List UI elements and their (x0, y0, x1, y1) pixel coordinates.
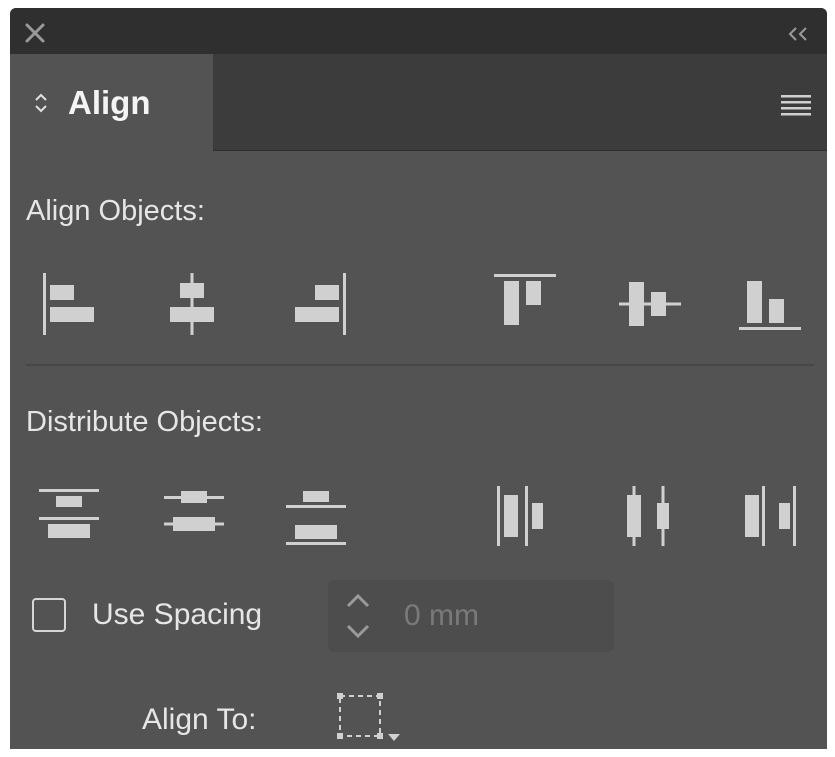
section-divider (26, 364, 814, 366)
distribute-right-edges-button[interactable] (735, 481, 805, 551)
tab-label: Align (68, 84, 151, 121)
align-objects-label: Align Objects: (26, 195, 205, 227)
distribute-horizontal-centers-button[interactable] (615, 481, 685, 551)
hamburger-menu-icon[interactable] (781, 94, 811, 116)
distribute-top-edges-button[interactable] (34, 481, 104, 551)
spacing-stepper-arrows[interactable] (328, 580, 388, 652)
align-to-dropdown[interactable] (332, 690, 412, 746)
use-spacing-label: Use Spacing (92, 598, 263, 631)
double-chevron-left-icon[interactable] (787, 26, 811, 41)
use-spacing-checkbox[interactable] (32, 598, 66, 632)
align-horizontal-centers-icon (170, 273, 214, 335)
distribute-right-edges-icon (745, 486, 796, 546)
align-panel: Align Align Objects: Distribute Objects:… (10, 8, 827, 749)
align-to-label: Align To: (142, 703, 257, 736)
distribute-bottom-edges-button[interactable] (281, 481, 351, 551)
up-down-chevron-icon (346, 593, 370, 639)
align-vertical-centers-icon (619, 282, 681, 326)
distribute-top-edges-icon (39, 489, 99, 538)
align-to-selection-icon (337, 693, 400, 741)
spacing-stepper (328, 580, 614, 652)
align-right-edges-icon (295, 273, 346, 335)
align-left-edges-button[interactable] (35, 269, 105, 339)
distribute-horizontal-centers-icon (627, 486, 669, 546)
align-vertical-centers-button[interactable] (615, 269, 685, 339)
tab-align[interactable]: Align (10, 54, 213, 151)
align-left-edges-icon (43, 273, 94, 335)
panel-titlebar (10, 8, 827, 54)
distribute-left-edges-button[interactable] (489, 481, 559, 551)
align-top-edges-button[interactable] (490, 269, 560, 339)
align-bottom-edges-button[interactable] (735, 269, 805, 339)
distribute-vertical-centers-button[interactable] (159, 481, 229, 551)
spacing-input[interactable] (390, 580, 610, 652)
distribute-left-edges-icon (497, 486, 543, 546)
align-right-edges-button[interactable] (288, 269, 358, 339)
align-bottom-edges-icon (739, 281, 801, 330)
up-down-arrows-icon (34, 92, 48, 114)
close-icon[interactable] (24, 22, 46, 44)
panel-tabbar: Align (10, 54, 827, 151)
distribute-vertical-centers-icon (164, 491, 224, 531)
align-top-edges-icon (494, 274, 556, 325)
distribute-bottom-edges-icon (286, 491, 346, 545)
align-horizontal-centers-button[interactable] (157, 269, 227, 339)
distribute-objects-label: Distribute Objects: (26, 406, 263, 438)
